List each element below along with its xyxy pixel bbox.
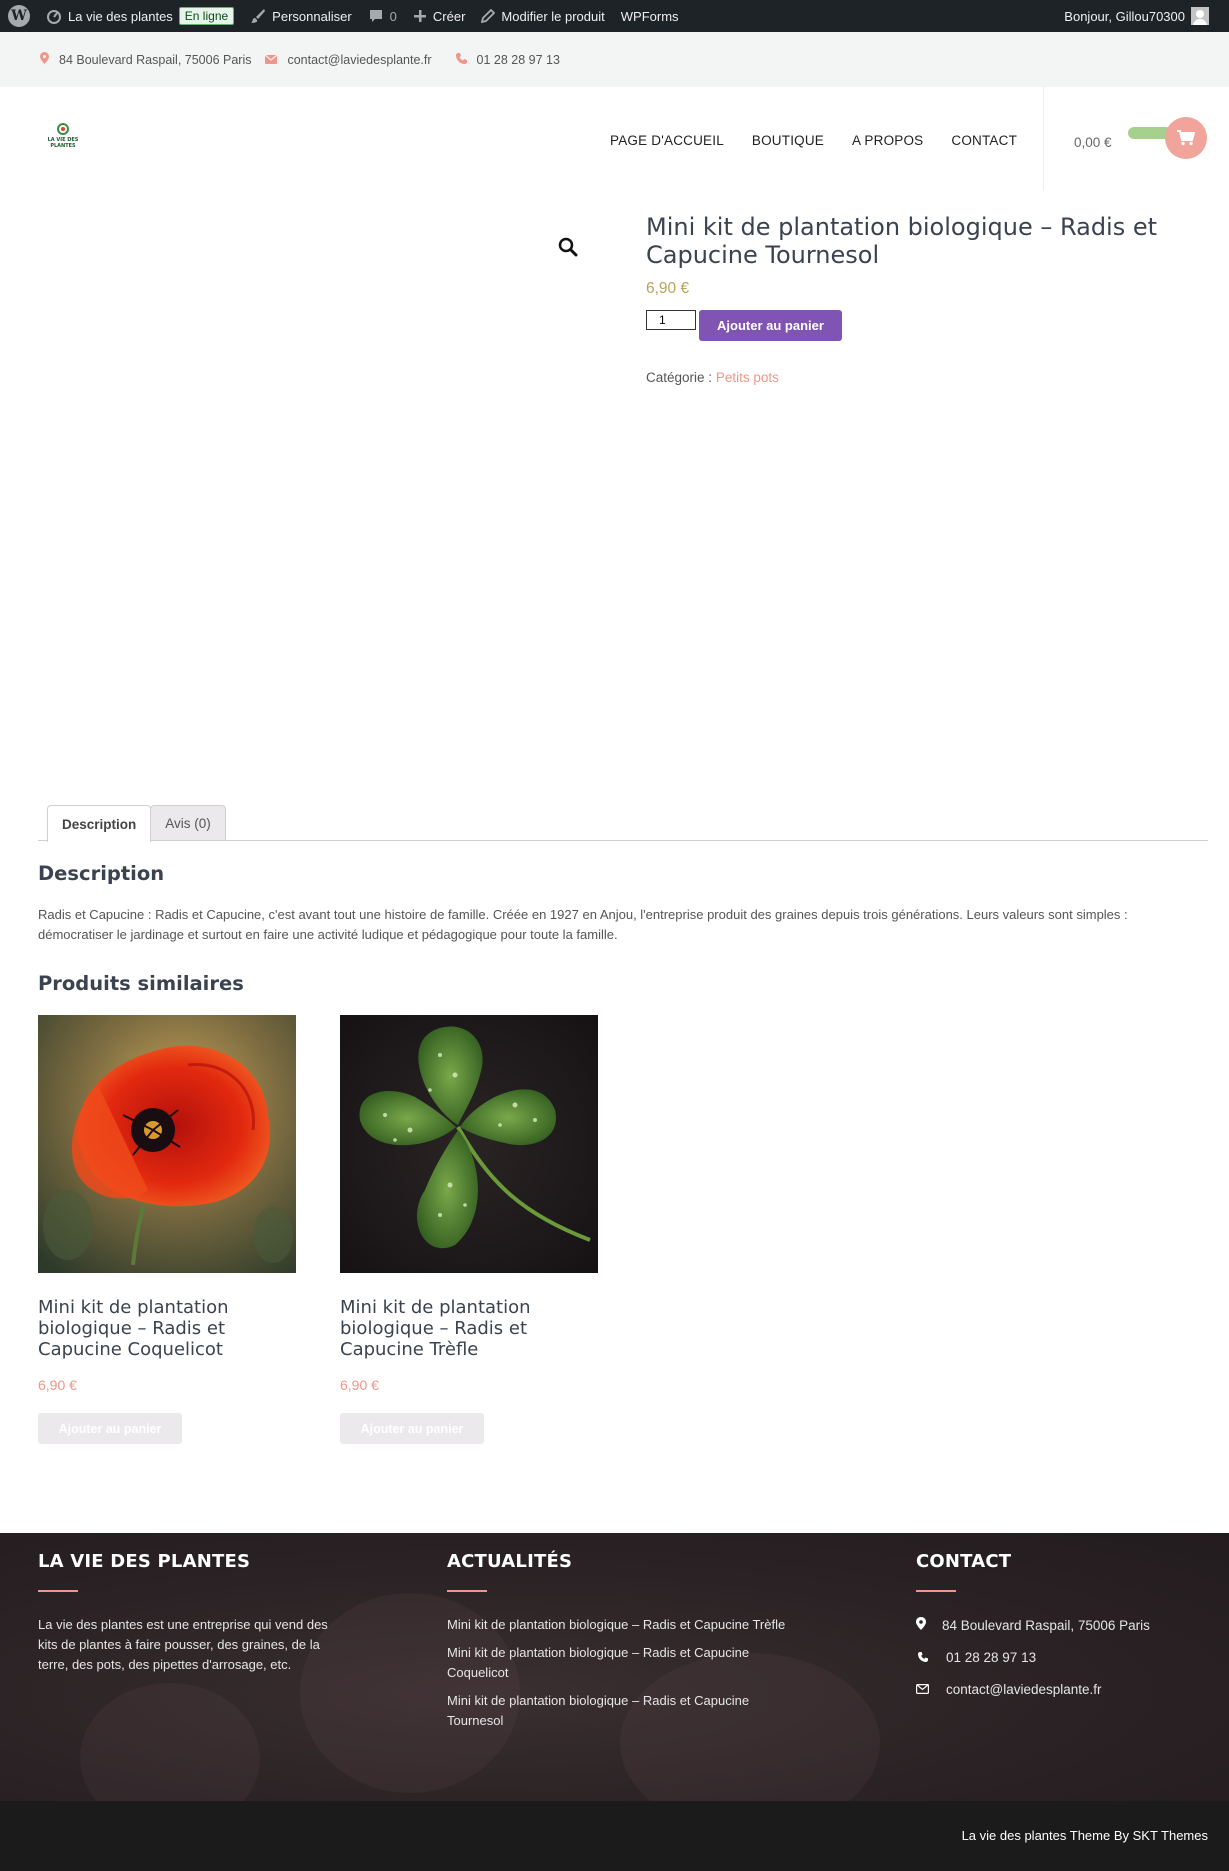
category-label: Catégorie : <box>646 370 713 385</box>
tabs-divider <box>38 840 1208 841</box>
wordpress-icon: W <box>8 5 30 27</box>
user-account-menu[interactable]: Bonjour, Gillou70300 <box>1056 0 1229 32</box>
nav-about[interactable]: A PROPOS <box>852 133 923 148</box>
dashboard-icon <box>47 10 61 24</box>
edit-product-menu[interactable]: Modifier le produit <box>473 0 612 32</box>
related-product-card: Mini kit de plantation biologique – Radi… <box>38 1015 296 1444</box>
footer-contact-email[interactable]: contact@laviedesplante.fr <box>916 1679 1206 1699</box>
topbar-email-text: contact@laviedesplante.fr <box>287 52 432 67</box>
related-product-card: Mini kit de plantation biologique – Radi… <box>340 1015 598 1444</box>
wpforms-label: WPForms <box>620 8 679 24</box>
comments-count: 0 <box>389 8 397 24</box>
footer-credit[interactable]: La vie des plantes Theme By SKT Themes <box>962 1828 1208 1843</box>
phone-icon <box>916 1650 942 1665</box>
product-price: 6,90 € <box>646 280 690 297</box>
location-pin-icon <box>916 1617 942 1633</box>
product-title: Mini kit de plantation biologique – Radi… <box>646 213 1158 269</box>
plus-icon <box>413 10 426 22</box>
footer-bottom-bar: La vie des plantes Theme By SKT Themes <box>0 1801 1229 1871</box>
footer-contact-address: 84 Boulevard Raspail, 75006 Paris <box>916 1615 1206 1635</box>
avatar <box>1191 7 1209 25</box>
footer-news-link[interactable]: Mini kit de plantation biologique – Radi… <box>447 1615 797 1635</box>
status-badge: En ligne <box>178 7 235 25</box>
footer-contact-column: CONTACT 84 Boulevard Raspail, 75006 Pari… <box>916 1551 1206 1711</box>
related-product-price: 6,90 € <box>38 1377 77 1393</box>
description-text: Radis et Capucine : Radis et Capucine, c… <box>38 907 1128 942</box>
edit-product-label: Modifier le produit <box>501 8 605 24</box>
tab-reviews[interactable]: Avis (0) <box>150 805 226 841</box>
category-link[interactable]: Petits pots <box>716 370 779 385</box>
footer-about-text: La vie des plantes est une entreprise qu… <box>38 1617 328 1672</box>
footer-heading-underline <box>447 1590 487 1592</box>
comment-icon <box>369 10 382 22</box>
customize-label: Personnaliser <box>272 8 352 24</box>
site-logo[interactable]: LA VIE DES PLANTES <box>46 123 80 157</box>
user-greeting: Bonjour, Gillou70300 <box>1064 8 1185 24</box>
cart-total[interactable]: 0,00 € <box>1074 135 1112 150</box>
footer-email-text: contact@laviedesplante.fr <box>946 1681 1102 1697</box>
pencil-icon <box>481 9 496 23</box>
wordpress-logo-menu[interactable]: W <box>0 0 38 32</box>
create-label: Créer <box>432 8 466 24</box>
footer-news-heading: ACTUALITÉS <box>447 1551 573 1572</box>
comments-menu[interactable]: 0 <box>360 0 405 32</box>
logo-text: LA VIE DES PLANTES <box>47 137 79 149</box>
wpforms-menu[interactable]: WPForms <box>613 0 687 32</box>
product-image-poppy[interactable] <box>38 1015 296 1273</box>
phone-icon <box>455 52 467 67</box>
footer-news-link[interactable]: Mini kit de plantation biologique – Radi… <box>447 1691 797 1731</box>
location-pin-icon <box>40 52 49 67</box>
related-add-to-cart-button[interactable]: Ajouter au panier <box>340 1413 484 1444</box>
product-image-clover[interactable] <box>340 1015 598 1273</box>
footer-heading-underline <box>38 1590 78 1592</box>
customize-menu[interactable]: Personnaliser <box>242 0 360 32</box>
nav-shop[interactable]: BOUTIQUE <box>752 133 824 148</box>
description-heading: Description <box>38 862 165 885</box>
admin-bar: W La vie des plantes En ligne Personnali… <box>0 0 1229 32</box>
topbar-phone[interactable]: 01 28 28 97 13 <box>446 52 560 67</box>
quantity-input[interactable] <box>646 310 696 330</box>
footer-phone-text: 01 28 28 97 13 <box>946 1649 1037 1665</box>
footer-about-heading: LA VIE DES PLANTES <box>38 1551 251 1572</box>
related-product-title[interactable]: Mini kit de plantation biologique – Radi… <box>340 1297 598 1360</box>
shopping-cart-icon <box>1177 130 1195 146</box>
top-info-bar: 84 Boulevard Raspail, 75006 Paris contac… <box>0 32 1229 87</box>
site-name-label: La vie des plantes <box>68 8 173 24</box>
topbar-address: 84 Boulevard Raspail, 75006 Paris <box>40 52 251 67</box>
cart-button[interactable] <box>1165 117 1207 159</box>
footer-about-column: LA VIE DES PLANTES La vie des plantes es… <box>38 1551 338 1675</box>
product-tabs: Description Avis (0) <box>47 805 226 842</box>
envelope-icon <box>265 53 278 67</box>
footer-news-column: ACTUALITÉS Mini kit de plantation biolog… <box>447 1551 797 1739</box>
product-category: Catégorie : Petits pots <box>646 370 779 385</box>
footer-address-text: 84 Boulevard Raspail, 75006 Paris <box>942 1617 1150 1633</box>
site-header: LA VIE DES PLANTES PAGE D'ACCUEIL BOUTIQ… <box>0 87 1229 191</box>
zoom-magnifier-icon[interactable] <box>557 236 579 258</box>
topbar-phone-text: 01 28 28 97 13 <box>476 52 560 67</box>
site-name-menu[interactable]: La vie des plantes En ligne <box>38 0 242 32</box>
topbar-email[interactable]: contact@laviedesplante.fr <box>265 52 432 67</box>
related-product-price: 6,90 € <box>340 1377 379 1393</box>
tab-description[interactable]: Description <box>47 805 152 842</box>
paintbrush-icon <box>251 9 266 23</box>
nav-home[interactable]: PAGE D'ACCUEIL <box>610 133 724 148</box>
main-navigation: PAGE D'ACCUEIL BOUTIQUE A PROPOS CONTACT <box>610 133 1045 148</box>
create-menu[interactable]: Créer <box>405 0 474 32</box>
topbar-address-text: 84 Boulevard Raspail, 75006 Paris <box>59 52 252 67</box>
footer-background-decoration <box>80 1683 260 1801</box>
footer-contact-heading: CONTACT <box>916 1551 1012 1572</box>
related-products-heading: Produits similaires <box>38 972 244 995</box>
related-add-to-cart-button[interactable]: Ajouter au panier <box>38 1413 182 1444</box>
site-footer: LA VIE DES PLANTES La vie des plantes es… <box>0 1533 1229 1801</box>
footer-heading-underline <box>916 1590 956 1592</box>
header-divider <box>1043 87 1044 191</box>
envelope-icon <box>916 1682 942 1697</box>
logo-plant-icon <box>57 123 69 135</box>
footer-news-link[interactable]: Mini kit de plantation biologique – Radi… <box>447 1643 797 1683</box>
related-product-title[interactable]: Mini kit de plantation biologique – Radi… <box>38 1297 296 1360</box>
nav-contact[interactable]: CONTACT <box>951 133 1017 148</box>
add-to-cart-button[interactable]: Ajouter au panier <box>699 310 842 341</box>
footer-contact-phone[interactable]: 01 28 28 97 13 <box>916 1647 1206 1667</box>
